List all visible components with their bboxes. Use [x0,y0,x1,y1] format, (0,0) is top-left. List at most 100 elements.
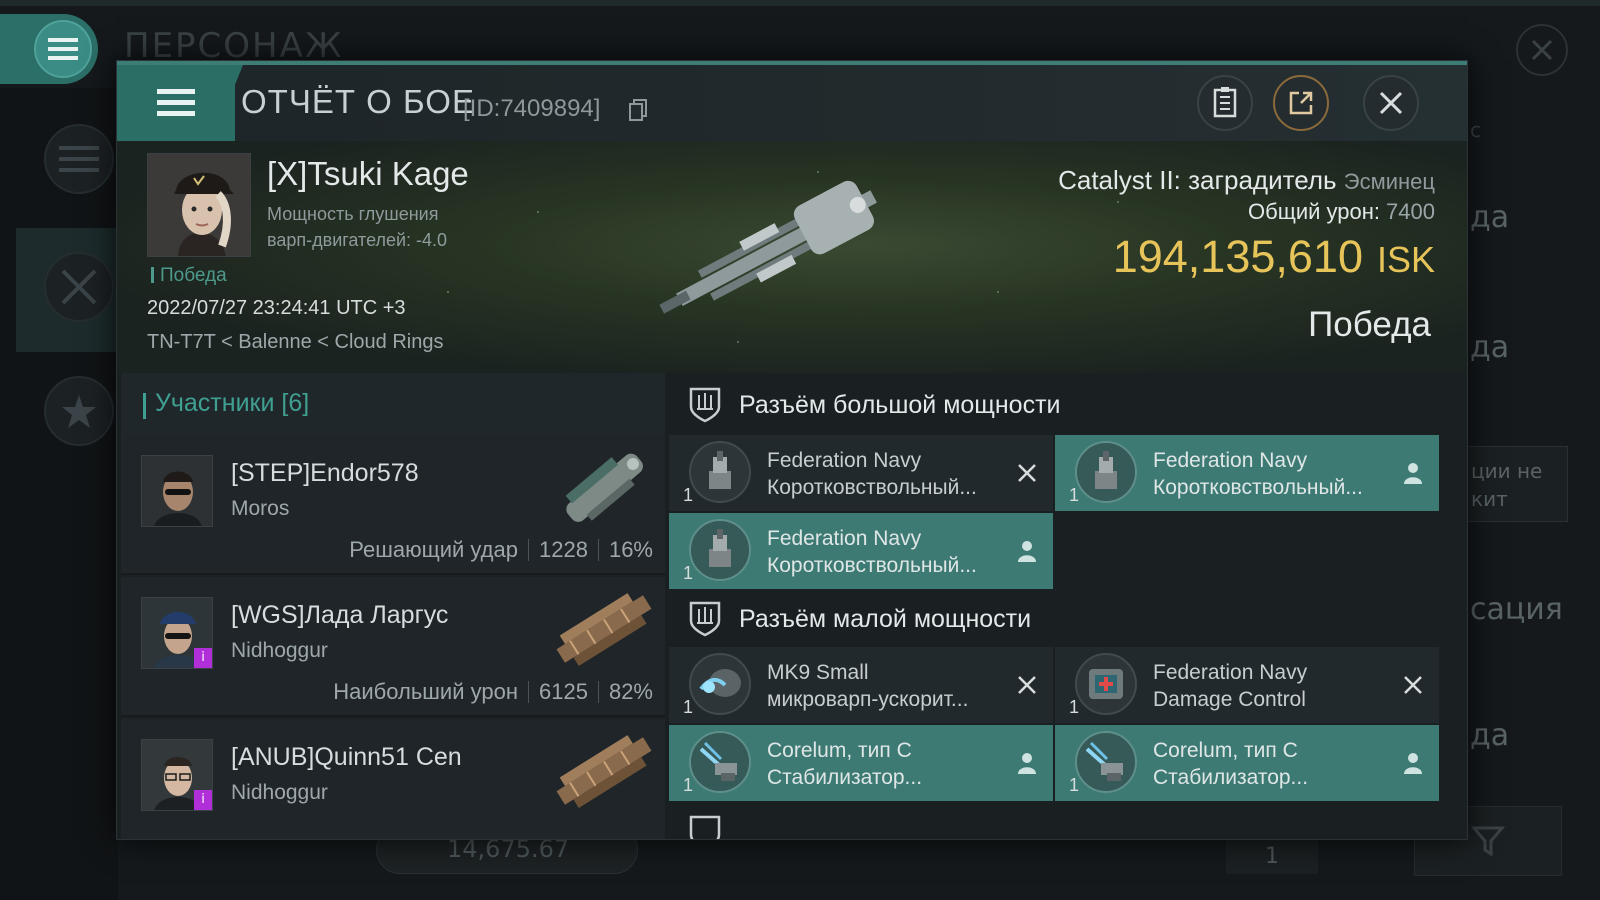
module-name-line2: Стабилизатор... [1153,766,1309,789]
participants-panel: Участники [6] [STEP]Endor578 Moros Решаю… [121,373,665,839]
bg-star [737,341,739,343]
participant-row[interactable]: i [ANUB]Quinn51 Cen Nidhoggur [121,719,665,839]
stabilizer-icon [689,731,751,793]
victim-name[interactable]: [X]Tsuki Kage [267,155,469,193]
module-slot[interactable]: 1 Federation Navy Damage Control [1055,647,1439,723]
background-right-box[interactable]: ции не кит [1466,446,1568,522]
participants-header: Участники [6] [121,373,665,435]
turret-icon [1075,441,1137,503]
background-close-button[interactable] [1516,24,1568,76]
participant-badge: i [194,648,212,668]
module-quantity: 1 [1069,775,1080,795]
module-slot[interactable]: 1 Federation Navy Коротковствольный... [669,513,1053,589]
total-damage-value: 7400 [1386,199,1435,224]
close-icon [1531,39,1553,61]
participant-ship: Nidhoggur [231,781,328,804]
module-slot[interactable]: 1 Federation Navy Коротковствольный... [1055,435,1439,511]
destroyed-x-icon [1404,676,1422,694]
module-name-line2: Damage Control [1153,688,1306,711]
participant-avatar[interactable]: i [141,597,213,669]
share-button[interactable] [1273,75,1329,131]
destroyed-x-icon [1018,464,1036,482]
isk-value-line: 194,135,610 ISK [1113,231,1435,283]
damage-control-icon [1075,653,1137,715]
module-quantity: 1 [1069,697,1080,717]
module-name: Corelum, тип С Стабилизатор... [1153,737,1403,791]
victim-hero-panel: [X]Tsuki Kage Мощность глушения варп-дви… [117,141,1467,373]
next-slots-header-partial [669,801,1467,839]
turret-icon [689,519,751,581]
module-name: Federation Navy Коротковствольный... [1153,447,1403,501]
bg-star [997,291,999,293]
participant-stat: Решающий удар 1228 16% [349,537,653,563]
battle-report-modal: ОТЧЁТ О БОЕ [ID:7409894] [X]Tsuki Kage М… [116,60,1468,840]
module-slot[interactable]: 1 MK9 Small микроварп-ускорит... [669,647,1053,723]
module-name-line1: Federation Navy [1153,661,1308,684]
module-name-line1: MK9 Small [767,661,869,684]
module-quantity: 1 [683,563,694,583]
module-quantity: 1 [1069,485,1080,505]
high-slots-header: Разъём большой мощности [669,373,1467,435]
battle-datetime: 2022/07/27 23:24:41 UTC +3 [147,297,406,319]
background-right-text-2: да [1470,330,1510,365]
header-menu-button[interactable] [117,65,235,141]
background-sidebar-combat-button[interactable] [44,252,114,322]
dropped-person-icon [1018,753,1036,774]
module-slot[interactable]: 1 Corelum, тип С Стабилизатор... [669,725,1053,801]
menu-icon [59,146,99,172]
ship-class: Эсминец [1343,169,1435,194]
battle-outcome: Победа [1308,305,1431,344]
victim-result-text: Победа [160,265,227,286]
victim-stat-label: Мощность глушения [267,204,439,224]
module-name-line1: Corelum, тип С [767,739,912,762]
low-slots-title: Разъём малой мощности [739,605,1032,633]
menu-icon [48,38,78,60]
report-title: ОТЧЁТ О БОЕ [241,83,475,120]
slot-icon [687,813,723,839]
ship-thumbnail-icon [565,453,643,522]
background-sidebar-menu-button[interactable] [44,124,114,194]
module-name: Federation Navy Коротковствольный... [767,525,1017,579]
report-log-button[interactable] [1197,75,1253,131]
module-slot[interactable]: 1 Corelum, тип С Стабилизатор... [1055,725,1439,801]
victim-result-tag: Победа [151,265,227,287]
close-icon [1379,91,1403,115]
victim-avatar[interactable] [147,153,251,257]
participant-avatar[interactable]: i [141,739,213,811]
module-name-line2: Коротковствольный... [767,476,977,499]
modal-close-button[interactable] [1363,75,1419,131]
module-name: Federation Navy Коротковствольный... [767,447,1017,501]
battle-location[interactable]: TN-T7T < Balenne < Cloud Rings [147,331,443,354]
crossed-swords-icon [61,269,97,305]
participant-damage: 6125 [539,679,588,704]
background-right-text-1: да [1470,200,1510,235]
module-name-line2: Коротковствольный... [767,554,977,577]
total-damage-label: Общий урон: [1248,199,1381,224]
document-icon [1213,87,1237,118]
star-icon [62,395,96,428]
copy-icon[interactable] [629,99,647,125]
module-name-line2: Коротковствольный... [1153,476,1363,499]
pilot-portrait-icon [148,154,250,256]
dropped-person-icon [1018,541,1036,562]
bg-star [447,291,449,293]
module-quantity: 1 [683,697,694,717]
background-sidebar [0,88,118,900]
participant-ship: Moros [231,497,290,520]
share-external-icon [1289,91,1313,115]
module-slot[interactable]: 1 Federation Navy Коротковствольный... [669,435,1053,511]
stat-separator [597,539,599,561]
participant-avatar[interactable] [141,455,213,527]
ship-name[interactable]: Catalyst II: заградитель [1058,165,1336,195]
participant-row[interactable]: [STEP]Endor578 Moros Решающий удар 1228 16… [121,435,665,575]
participant-name: [ANUB]Quinn51 Cen [231,743,462,771]
background-sidebar-star-button[interactable] [44,376,114,446]
module-quantity: 1 [683,775,694,795]
participant-row[interactable]: i [WGS]Лада Ларгус Nidhoggur Наибольший … [121,577,665,717]
ship-render-icon [659,180,877,314]
background-main-menu-button[interactable] [0,14,98,84]
background-right-box-text: ции не кит [1471,459,1543,511]
background-right-text-4: да [1470,718,1510,753]
menu-icon [157,89,195,116]
participant-name: [STEP]Endor578 [231,459,419,487]
